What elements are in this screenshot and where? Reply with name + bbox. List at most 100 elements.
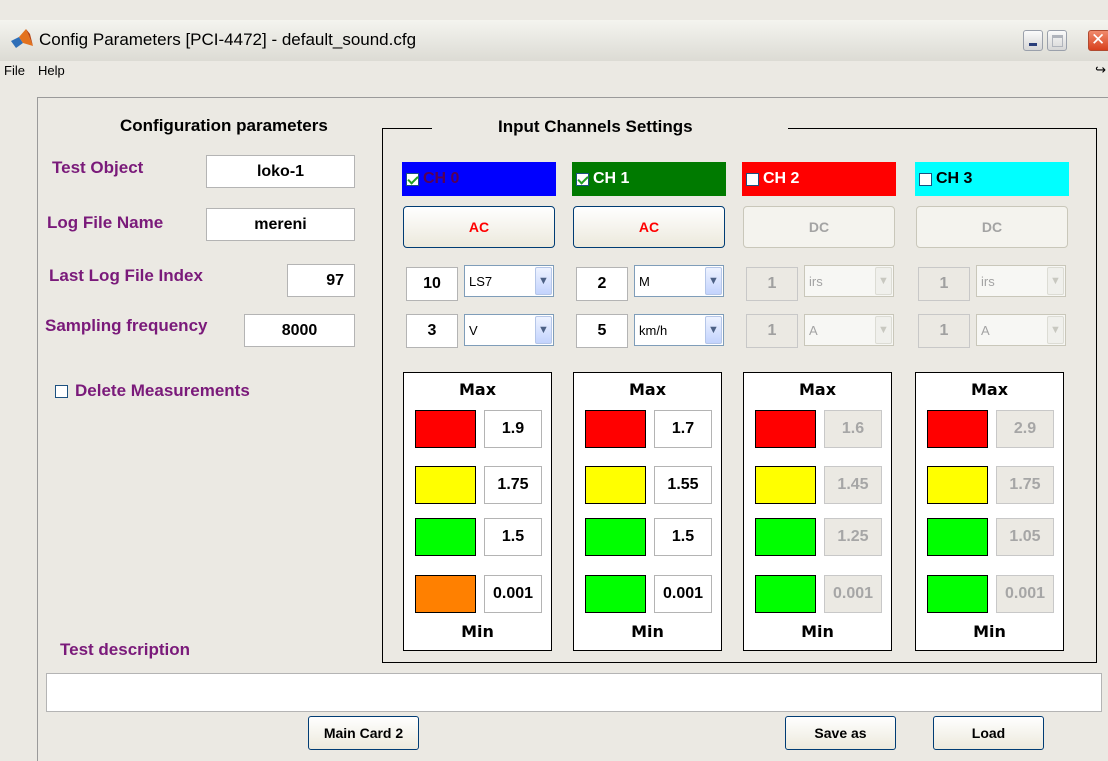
ch3-min-label: Min	[973, 622, 1006, 641]
log-file-field[interactable]: mereni	[206, 208, 355, 241]
ch2-select1[interactable]: irs ▼	[804, 265, 894, 297]
ch1-num2-field[interactable]: 5	[576, 314, 628, 348]
delete-measurements-label: Delete Measurements	[75, 381, 250, 400]
minimize-icon[interactable]	[1023, 30, 1043, 51]
ch1-limit-1[interactable]: 1.7	[654, 410, 712, 448]
ch2-limit-2[interactable]: 1.45	[824, 466, 882, 504]
ch3-limits-panel: Max 2.9 1.75 1.05 0.001 Min	[915, 372, 1064, 651]
ch2-min-label: Min	[801, 622, 834, 641]
ch1-color-2[interactable]	[585, 466, 646, 504]
ch0-color-1[interactable]	[415, 410, 476, 448]
chevron-down-icon[interactable]: ▼	[705, 267, 722, 295]
ch1-select1[interactable]: M ▼	[634, 265, 724, 297]
ch3-color-1[interactable]	[927, 410, 988, 448]
sampling-field[interactable]: 8000	[244, 314, 355, 347]
main-card-button[interactable]: Main Card 2	[308, 716, 419, 750]
ch0-limit-3[interactable]: 1.5	[484, 518, 542, 556]
menu-help[interactable]: Help	[38, 63, 65, 78]
maximize-icon[interactable]	[1047, 30, 1067, 51]
ch2-name: CH 2	[763, 170, 800, 187]
ch2-num2-field[interactable]: 1	[746, 314, 798, 348]
ch1-num1-field[interactable]: 2	[576, 267, 628, 301]
ch2-color-2[interactable]	[755, 466, 816, 504]
ch3-limit-2[interactable]: 1.75	[996, 466, 1054, 504]
ch2-color-4[interactable]	[755, 575, 816, 613]
ch0-coupling-button[interactable]: AC	[403, 206, 555, 248]
save-as-button[interactable]: Save as	[785, 716, 896, 750]
ch3-limit-1[interactable]: 2.9	[996, 410, 1054, 448]
ch1-limits-panel: Max 1.7 1.55 1.5 0.001 Min	[573, 372, 722, 651]
ch1-limit-4[interactable]: 0.001	[654, 575, 712, 613]
ch2-limit-4[interactable]: 0.001	[824, 575, 882, 613]
ch1-color-3[interactable]	[585, 518, 646, 556]
ch1-select2[interactable]: km/h ▼	[634, 314, 724, 346]
ch1-limit-2[interactable]: 1.55	[654, 466, 712, 504]
ch0-select2-value: V	[469, 322, 478, 338]
delete-checkbox-box[interactable]	[55, 384, 68, 398]
ch2-limit-1[interactable]: 1.6	[824, 410, 882, 448]
ch0-checkbox[interactable]	[406, 172, 419, 186]
overflow-arrow-icon[interactable]: ↪	[1095, 62, 1106, 78]
ch0-select1[interactable]: LS7 ▼	[464, 265, 554, 297]
ch1-color-1[interactable]	[585, 410, 646, 448]
ch1-coupling-button[interactable]: AC	[573, 206, 725, 248]
chevron-down-icon[interactable]: ▼	[705, 316, 722, 344]
ch3-color-2[interactable]	[927, 466, 988, 504]
ch2-checkbox[interactable]	[746, 172, 759, 186]
chevron-down-icon[interactable]: ▼	[535, 316, 552, 344]
ch0-color-4[interactable]	[415, 575, 476, 613]
ch0-color-2[interactable]	[415, 466, 476, 504]
menu-file[interactable]: File	[4, 63, 25, 78]
ch0-num2-field[interactable]: 3	[406, 314, 458, 348]
close-icon[interactable]	[1088, 30, 1108, 51]
last-index-field[interactable]: 97	[287, 264, 355, 297]
config-heading: Configuration parameters	[120, 116, 328, 135]
ch2-coupling-button[interactable]: DC	[743, 206, 895, 248]
test-object-label: Test Object	[52, 158, 144, 177]
ch3-name: CH 3	[936, 170, 973, 187]
chevron-down-icon[interactable]: ▼	[875, 267, 892, 295]
delete-measurements-checkbox[interactable]: Delete Measurements	[55, 381, 250, 401]
log-file-label: Log File Name	[47, 213, 164, 232]
menu-bar	[0, 61, 1108, 82]
ch3-color-4[interactable]	[927, 575, 988, 613]
ch0-select2[interactable]: V ▼	[464, 314, 554, 346]
ch3-limit-3[interactable]: 1.05	[996, 518, 1054, 556]
test-description-label: Test description	[60, 640, 191, 659]
ch2-num1-field[interactable]: 1	[746, 267, 798, 301]
ch3-header[interactable]: CH 3	[915, 162, 1069, 196]
ch3-color-3[interactable]	[927, 518, 988, 556]
ch0-num1-field[interactable]: 10	[406, 267, 458, 301]
ch2-color-1[interactable]	[755, 410, 816, 448]
ch0-limit-4[interactable]: 0.001	[484, 575, 542, 613]
test-description-input[interactable]	[46, 673, 1102, 712]
ch0-limit-1[interactable]: 1.9	[484, 410, 542, 448]
ch0-color-3[interactable]	[415, 518, 476, 556]
ch2-limit-3[interactable]: 1.25	[824, 518, 882, 556]
load-button[interactable]: Load	[933, 716, 1044, 750]
chevron-down-icon[interactable]: ▼	[535, 267, 552, 295]
ch3-num2-field[interactable]: 1	[918, 314, 970, 348]
ch1-header[interactable]: CH 1	[572, 162, 726, 196]
ch1-checkbox[interactable]	[576, 172, 589, 186]
ch3-checkbox[interactable]	[919, 172, 932, 186]
test-object-field[interactable]: loko-1	[206, 155, 355, 188]
ch3-coupling-button[interactable]: DC	[916, 206, 1068, 248]
chevron-down-icon[interactable]: ▼	[875, 316, 892, 344]
chevron-down-icon[interactable]: ▼	[1047, 316, 1064, 344]
ch1-color-4[interactable]	[585, 575, 646, 613]
chevron-down-icon[interactable]: ▼	[1047, 267, 1064, 295]
ch3-select2[interactable]: A ▼	[976, 314, 1066, 346]
ch1-limit-3[interactable]: 1.5	[654, 518, 712, 556]
ch2-select2[interactable]: A ▼	[804, 314, 894, 346]
ch3-num1-field[interactable]: 1	[918, 267, 970, 301]
ch2-color-3[interactable]	[755, 518, 816, 556]
ch0-header[interactable]: CH 0	[402, 162, 556, 196]
ch1-min-label: Min	[631, 622, 664, 641]
config-window: Config Parameters [PCI-4472] - default_s…	[0, 0, 1108, 761]
ch3-select1[interactable]: irs ▼	[976, 265, 1066, 297]
ch2-header[interactable]: CH 2	[742, 162, 896, 196]
ch3-select2-value: A	[981, 322, 990, 338]
ch3-limit-4[interactable]: 0.001	[996, 575, 1054, 613]
ch0-limit-2[interactable]: 1.75	[484, 466, 542, 504]
